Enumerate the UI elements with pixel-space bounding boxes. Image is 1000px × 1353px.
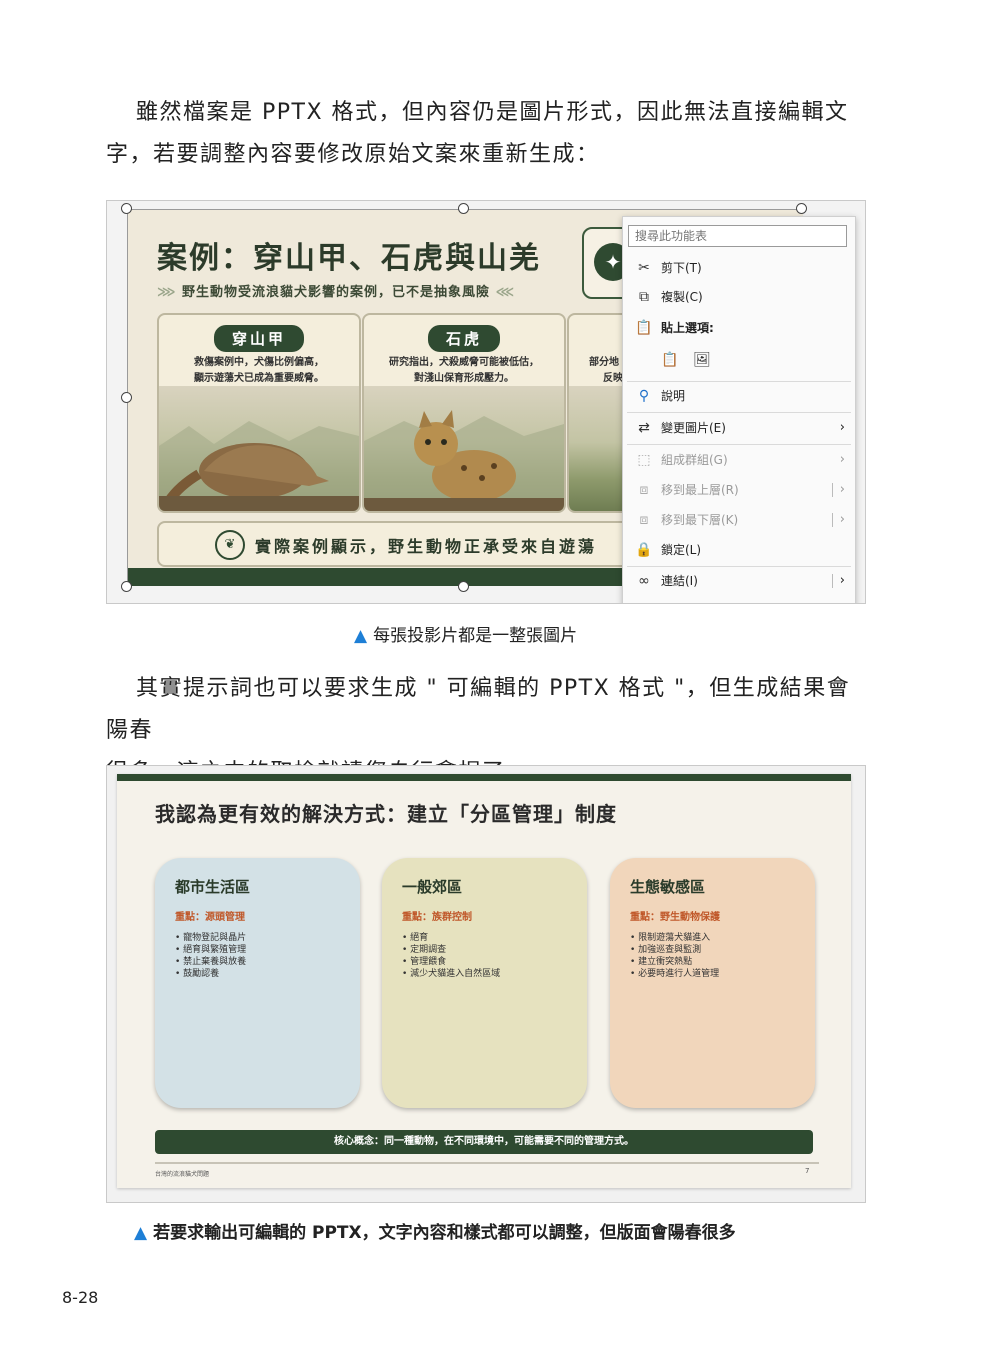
list-item: 禁止棄養與放養 xyxy=(175,956,246,968)
intro-line-1: 雖然檔案是 PPTX 格式，但內容仍是圖片形式，因此無法直接編輯文 xyxy=(136,100,849,125)
zone-list: 絕育 定期調查 管理餵食 減少犬貓進入自然區域 xyxy=(402,932,500,980)
menu-item-group[interactable]: ⬚ 組成群組(G) › xyxy=(623,447,855,473)
slide-page-number: 7 xyxy=(805,1167,810,1175)
zone-list: 限制遊蕩犬貓進入 加強巡查與監測 建立衝突熱點 必要時進行人道管理 xyxy=(630,932,719,980)
list-item: 管理餵食 xyxy=(402,956,500,968)
paste-picture-icon[interactable]: 🖼 xyxy=(693,347,711,373)
list-item: 必要時進行人道管理 xyxy=(630,968,719,980)
intro-line-2: 字，若要調整內容要修改原始文案來重新生成： xyxy=(106,142,600,167)
pangolin-illustration xyxy=(159,386,359,511)
list-item: 絕育 xyxy=(402,932,500,944)
list-item: 減少犬貓進入自然區域 xyxy=(402,968,500,980)
page-number: 8-28 xyxy=(62,1288,99,1307)
footer-divider xyxy=(155,1162,819,1164)
paste-buttons: 📋 🖼 xyxy=(623,347,855,373)
figure-image-slide: 案例：穿山甲、石虎與山羌 ⋙ 野生動物受流浪貓犬影響的案例，已不是抽象風險 ⋘ … xyxy=(106,200,866,604)
menu-item-copy[interactable]: ⧉ 複製(C) xyxy=(623,284,855,310)
help-icon: ⚲ xyxy=(638,388,650,404)
lock-icon: 🔒 xyxy=(635,542,653,558)
bring-front-icon: ⧈ xyxy=(639,482,649,498)
case-card-pangolin: 穿山甲 救傷案例中，犬傷比例偏高， 顯示遊蕩犬已成為重要威脅。 xyxy=(157,313,361,513)
case-tag: 石虎 xyxy=(427,325,501,352)
context-menu: ✂剪下(T) ⧉複製(C) 📋貼上選項: 📋 🖼 ⚲說明 ⇄變更圖片(E)› ⬚… xyxy=(622,216,856,603)
zone-focus: 重點：野生動物保護 xyxy=(630,912,720,923)
menu-divider xyxy=(627,444,851,445)
slide-subtitle: ⋙ 野生動物受流浪貓犬影響的案例，已不是抽象風險 ⋘ xyxy=(157,285,516,300)
zone-focus: 重點：族群控制 xyxy=(402,912,472,923)
zone-title: 都市生活區 xyxy=(175,878,251,896)
resize-handle[interactable] xyxy=(121,203,132,214)
slide-title: 案例：穿山甲、石虎與山羌 xyxy=(157,241,541,276)
link-icon: ∞ xyxy=(638,573,650,589)
list-item: 建立衝突熱點 xyxy=(630,956,719,968)
zone-card-suburban[interactable]: 一般郊區 重點：族群控制 絕育 定期調查 管理餵食 減少犬貓進入自然區域 xyxy=(382,858,587,1108)
chevron-right-icon: › xyxy=(839,482,845,497)
zone-list: 寵物登記與晶片 絕育與繁殖管理 禁止棄養與放養 鼓勵認養 xyxy=(175,932,246,980)
zone-card-urban[interactable]: 都市生活區 重點：源頭管理 寵物登記與晶片 絕育與繁殖管理 禁止棄養與放養 鼓勵… xyxy=(155,858,360,1108)
list-item: 絕育與繁殖管理 xyxy=(175,944,246,956)
send-back-icon: ⧈ xyxy=(639,512,649,528)
chevron-right-icon: › xyxy=(839,452,845,467)
copy-icon: ⧉ xyxy=(639,289,649,305)
zone-focus: 重點：源頭管理 xyxy=(175,912,245,923)
figure-caption-1: ▲ 每張投影片都是一整張圖片 xyxy=(354,626,578,646)
resize-handle[interactable] xyxy=(121,392,132,403)
figure-caption-2: ▲ 若要求輸出可編輯的 PPTX，文字內容和樣式都可以調整，但版面會陽春很多 xyxy=(134,1223,736,1243)
list-item: 寵物登記與晶片 xyxy=(175,932,246,944)
chevron-right-icon: › xyxy=(839,573,845,588)
slide-top-bar xyxy=(117,774,851,781)
case-tag: 穿山甲 xyxy=(213,325,305,352)
scissors-icon: ✂ xyxy=(638,260,650,276)
paste-icon: 📋 xyxy=(635,320,653,336)
editable-slide[interactable]: 我認為更有效的解決方式：建立「分區管理」制度 都市生活區 重點：源頭管理 寵物登… xyxy=(117,774,851,1188)
menu-item-change-picture[interactable]: ⇄ 變更圖片(E) › xyxy=(623,415,855,441)
menu-item-send-to-back[interactable]: ⧈ 移到最下層(K) › xyxy=(623,507,855,533)
summary-text: 實際案例顯示，野生動物正承受來自遊蕩 xyxy=(255,537,598,556)
menu-item-cut[interactable]: ✂ 剪下(T) xyxy=(623,255,855,281)
slide-footer-text: 台灣的流浪貓犬問題 xyxy=(155,1171,210,1178)
menu-item-lock[interactable]: 🔒 鎖定(L) xyxy=(623,537,855,563)
case-desc: 救傷案例中，犬傷比例偏高， 顯示遊蕩犬已成為重要威脅。 xyxy=(194,357,324,384)
leaf-icon: ⋘ xyxy=(495,285,516,300)
pangolin-drawing xyxy=(159,421,359,511)
middle-line-1: 其實提示詞也可以要求生成 " 可編輯的 PPTX 格式 "，但生成結果會陽春 xyxy=(106,676,851,743)
core-concept-banner[interactable]: 核心概念：同一種動物，在不同環境中，可能需要不同的管理方式。 xyxy=(155,1130,813,1154)
triangle-icon: ▲ xyxy=(354,626,368,646)
resize-handle[interactable] xyxy=(796,203,807,214)
menu-item-bring-to-front[interactable]: ⧈ 移到最上層(R) › xyxy=(623,477,855,503)
menu-divider xyxy=(627,412,851,413)
list-item: 加強巡查與監測 xyxy=(630,944,719,956)
slide-title[interactable]: 我認為更有效的解決方式：建立「分區管理」制度 xyxy=(155,798,617,827)
leopard-cat-drawing xyxy=(364,410,564,511)
case-desc: 研究指出，犬殺威脅可能被低估， 對淺山保育形成壓力。 xyxy=(389,357,539,384)
chevron-right-icon: › xyxy=(839,512,845,527)
resize-handle[interactable] xyxy=(458,581,469,592)
list-item: 定期調查 xyxy=(402,944,500,956)
intro-paragraph: 雖然檔案是 PPTX 格式，但內容仍是圖片形式，因此無法直接編輯文 字，若要調整… xyxy=(106,92,870,176)
zone-card-ecological[interactable]: 生態敏感區 重點：野生動物保護 限制遊蕩犬貓進入 加強巡查與監測 建立衝突熱點 … xyxy=(610,858,815,1108)
zone-title: 生態敏感區 xyxy=(630,878,706,896)
figure-editable-slide: 我認為更有效的解決方式：建立「分區管理」制度 都市生活區 重點：源頭管理 寵物登… xyxy=(106,765,866,1203)
list-item: 限制遊蕩犬貓進入 xyxy=(630,932,719,944)
resize-handle[interactable] xyxy=(458,203,469,214)
menu-item-link[interactable]: ∞ 連結(I) › xyxy=(623,568,855,594)
menu-item-help[interactable]: ⚲ 說明 xyxy=(623,383,855,409)
menu-divider xyxy=(627,381,851,382)
triangle-icon: ▲ xyxy=(134,1223,148,1243)
group-icon: ⬚ xyxy=(637,452,651,468)
paste-keep-icon[interactable]: 📋 xyxy=(661,347,679,373)
menu-divider xyxy=(627,566,851,567)
list-item: 鼓勵認養 xyxy=(175,968,246,980)
menu-search-input[interactable] xyxy=(628,225,847,247)
zone-title: 一般郊區 xyxy=(402,878,463,896)
case-card-leopard-cat: 石虎 研究指出，犬殺威脅可能被低估， 對淺山保育形成壓力。 xyxy=(362,313,566,513)
resize-handle[interactable] xyxy=(121,581,132,592)
menu-item-paste-options: 📋 貼上選項: xyxy=(623,315,855,341)
leopard-cat-illustration xyxy=(364,386,564,511)
leaf-icon: ❦ xyxy=(215,530,245,560)
leaf-icon: ⋙ xyxy=(157,285,183,300)
chevron-right-icon: › xyxy=(839,420,845,435)
change-picture-icon: ⇄ xyxy=(638,420,650,436)
